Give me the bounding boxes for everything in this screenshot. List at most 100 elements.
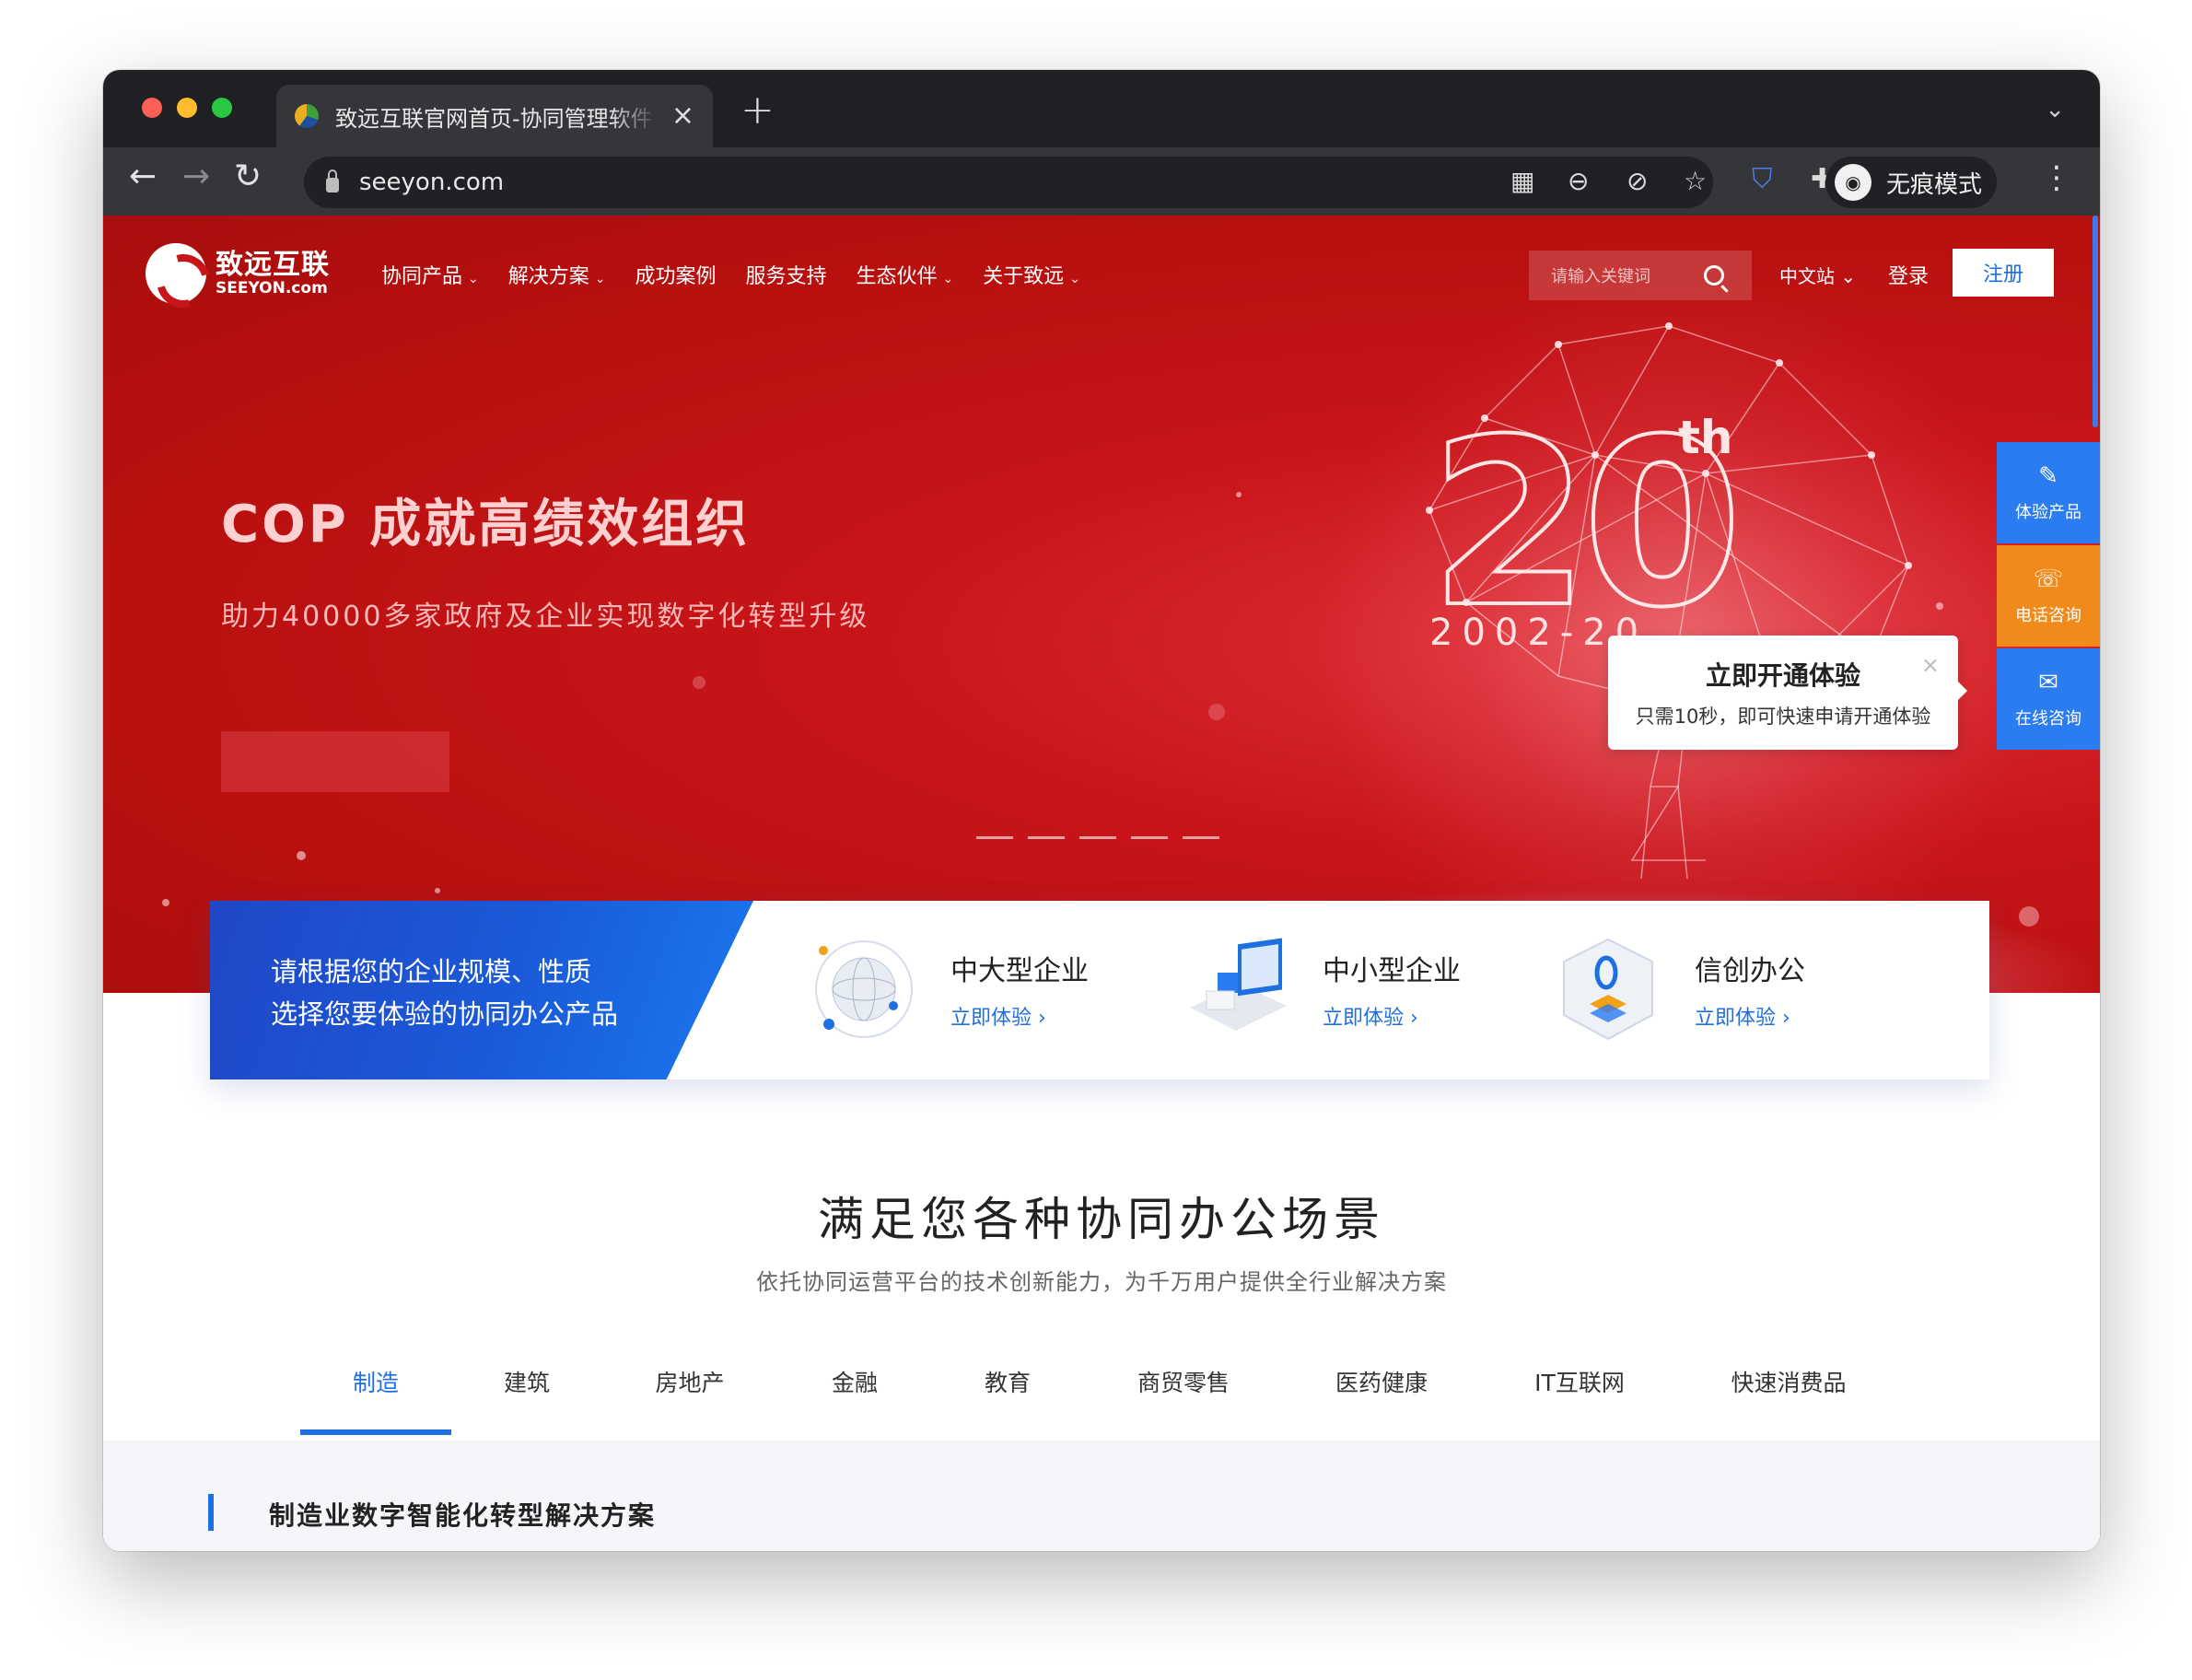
carousel-dot[interactable]: [1131, 836, 1168, 839]
register-button[interactable]: 注册: [1953, 249, 2054, 297]
tab-bar: 致远互联官网首页-协同管理软件 × + ⌄: [103, 70, 2100, 147]
active-tab[interactable]: 致远互联官网首页-协同管理软件 ×: [276, 85, 713, 147]
tab-retail[interactable]: 商贸零售: [1083, 1365, 1284, 1435]
maximize-window-button[interactable]: [212, 98, 232, 118]
selector-prompt-line: 选择您要体验的协同办公产品: [271, 998, 619, 1030]
globe-icon: [809, 934, 919, 1044]
popup-title: 立即开通体验: [1705, 660, 1860, 691]
anniversary-suffix: th: [1678, 411, 1733, 464]
chevron-down-icon: ⌄: [594, 272, 606, 286]
selector-item-smb[interactable]: 中小型企业 立即体验 ›: [1181, 934, 1461, 1044]
site-favicon-icon: [295, 104, 319, 128]
login-link[interactable]: 登录: [1888, 260, 1929, 289]
side-button-label: 在线咨询: [2015, 709, 2081, 729]
incognito-indicator[interactable]: ◉ 无痕模式: [1825, 157, 1997, 208]
side-button-phone[interactable]: ☏ 电话咨询: [1997, 545, 2100, 647]
try-now-link[interactable]: 立即体验 ›: [1323, 1001, 1461, 1031]
panel-title: 制造业数字智能化转型解决方案: [269, 1500, 657, 1531]
popup-arrow: [1958, 682, 1967, 700]
language-selector[interactable]: 中文站 ⌄: [1779, 262, 1856, 288]
nav-item-about[interactable]: 关于致远 ⌄: [983, 260, 1080, 289]
selector-prompt: 请根据您的企业规模、性质 选择您要体验的协同办公产品: [271, 951, 618, 1035]
reload-icon[interactable]: ↻: [234, 160, 262, 193]
tab-healthcare[interactable]: 医药健康: [1284, 1365, 1479, 1435]
qr-code-icon[interactable]: ▦: [1510, 166, 1534, 196]
page-scrollbar[interactable]: [2093, 216, 2098, 427]
forward-arrow-icon[interactable]: →: [182, 160, 210, 193]
browser-toolbar: ← → ↻ seeyon.com ▦ ⊖ ⊘ ☆ ⛉ ✚ ◉ 无痕模式 ⋮: [103, 147, 2100, 216]
search-icon[interactable]: [1704, 265, 1724, 286]
tab-it-internet[interactable]: IT互联网: [1479, 1365, 1680, 1435]
popup-description: 只需10秒，即可快速申请开通体验: [1635, 706, 1931, 728]
selector-item-text: 中大型企业 立即体验 ›: [950, 948, 1089, 1031]
close-window-button[interactable]: [142, 98, 162, 118]
carousel-dot[interactable]: [1028, 836, 1065, 839]
more-menu-icon[interactable]: ⋮: [2041, 162, 2072, 193]
nav-item-products[interactable]: 协同产品 ⌄: [381, 260, 479, 289]
carousel-dot[interactable]: [1183, 836, 1219, 839]
particle: [2019, 906, 2039, 927]
selector-item-large-enterprise[interactable]: 中大型企业 立即体验 ›: [809, 934, 1089, 1044]
tab-search-chevron-icon[interactable]: ⌄: [2045, 96, 2065, 123]
side-button-try-product[interactable]: ✎ 体验产品: [1997, 442, 2100, 543]
section-subtitle: 依托协同运营平台的技术创新能力，为千万用户提供全行业解决方案: [756, 1269, 1447, 1295]
nav-item-partners[interactable]: 生态伙伴 ⌄: [857, 260, 954, 289]
tab-real-estate[interactable]: 房地产: [602, 1365, 777, 1435]
chat-icon: ✉: [2038, 669, 2058, 696]
site-logo[interactable]: 致远互联 SEEYON.com: [146, 243, 330, 304]
hero-cta-button[interactable]: [221, 731, 449, 792]
solution-panel: 制造业数字智能化转型解决方案: [103, 1441, 2100, 1551]
industry-tabs: 制造 建筑 房地产 金融 教育 商贸零售 医药健康 IT互联网 快速消费品: [300, 1365, 1897, 1435]
carousel-dot[interactable]: [976, 836, 1013, 839]
tab-finance[interactable]: 金融: [777, 1365, 932, 1435]
particle: [1236, 492, 1242, 497]
workstation-icon: [1181, 934, 1291, 1044]
selector-item-name: 中小型企业: [1323, 955, 1461, 987]
tab-close-icon[interactable]: ×: [671, 102, 694, 130]
bookmark-star-icon[interactable]: ☆: [1684, 166, 1707, 196]
nav-item-solutions[interactable]: 解决方案 ⌄: [508, 260, 606, 289]
search-input[interactable]: 请输入关键词: [1551, 263, 1704, 287]
hero-banner: 20 th 2002-20 致远互联 SEEYON.com 协同产品 ⌄ 解决方案…: [103, 216, 2100, 993]
lock-icon[interactable]: [326, 169, 339, 192]
seeyon-logo-icon: [146, 243, 206, 304]
particle: [1208, 704, 1225, 720]
selector-item-text: 信创办公 立即体验 ›: [1695, 948, 1805, 1031]
nav-item-cases[interactable]: 成功案例: [635, 260, 717, 289]
selector-item-xinchuang[interactable]: 信创办公 立即体验 ›: [1553, 934, 1805, 1044]
main-nav: 协同产品 ⌄ 解决方案 ⌄ 成功案例 服务支持 生态伙伴 ⌄ 关于致远 ⌄: [381, 260, 1110, 289]
zoom-icon[interactable]: ⊖: [1568, 166, 1589, 196]
eye-off-icon[interactable]: ⊘: [1627, 166, 1648, 196]
carousel-dot[interactable]: [1079, 836, 1116, 839]
nav-item-support[interactable]: 服务支持: [746, 260, 827, 289]
cube-icon: [1553, 934, 1663, 1044]
incognito-label: 无痕模式: [1886, 170, 1983, 199]
incognito-icon: ◉: [1835, 164, 1871, 201]
selector-item-name: 信创办公: [1695, 955, 1805, 987]
minimize-window-button[interactable]: [177, 98, 197, 118]
tab-fmcg[interactable]: 快速消费品: [1680, 1365, 1897, 1435]
tab-construction[interactable]: 建筑: [451, 1365, 602, 1435]
page-viewport: 20 th 2002-20 致远互联 SEEYON.com 协同产品 ⌄ 解决方案…: [103, 216, 2100, 1551]
particle: [693, 676, 705, 689]
side-button-label: 电话咨询: [2015, 606, 2081, 625]
logo-text: 致远互联 SEEYON.com: [216, 250, 330, 298]
site-search[interactable]: 请输入关键词: [1529, 251, 1752, 300]
new-tab-button[interactable]: +: [740, 90, 775, 131]
popup-close-icon[interactable]: ×: [1921, 652, 1940, 678]
hero-subtitle: 助力40000多家政府及企业实现数字化转型升级: [221, 601, 870, 633]
particle: [435, 888, 440, 893]
side-button-chat[interactable]: ✉ 在线咨询: [1997, 648, 2100, 750]
hero-title: COP 成就高绩效组织: [221, 495, 751, 554]
selector-prompt-line: 请根据您的企业规模、性质: [271, 956, 592, 987]
carousel-indicators: [976, 836, 1234, 839]
tab-title: 致远互联官网首页-协同管理软件: [335, 105, 653, 132]
side-button-label: 体验产品: [2015, 503, 2081, 522]
address-bar[interactable]: seeyon.com ▦ ⊖ ⊘ ☆: [304, 157, 1713, 208]
try-now-link[interactable]: 立即体验 ›: [950, 1001, 1089, 1031]
tab-education[interactable]: 教育: [932, 1365, 1083, 1435]
tab-manufacturing[interactable]: 制造: [300, 1365, 451, 1435]
shield-icon[interactable]: ⛉: [1752, 166, 1773, 193]
try-now-link[interactable]: 立即体验 ›: [1695, 1001, 1805, 1031]
back-arrow-icon[interactable]: ←: [129, 160, 157, 193]
